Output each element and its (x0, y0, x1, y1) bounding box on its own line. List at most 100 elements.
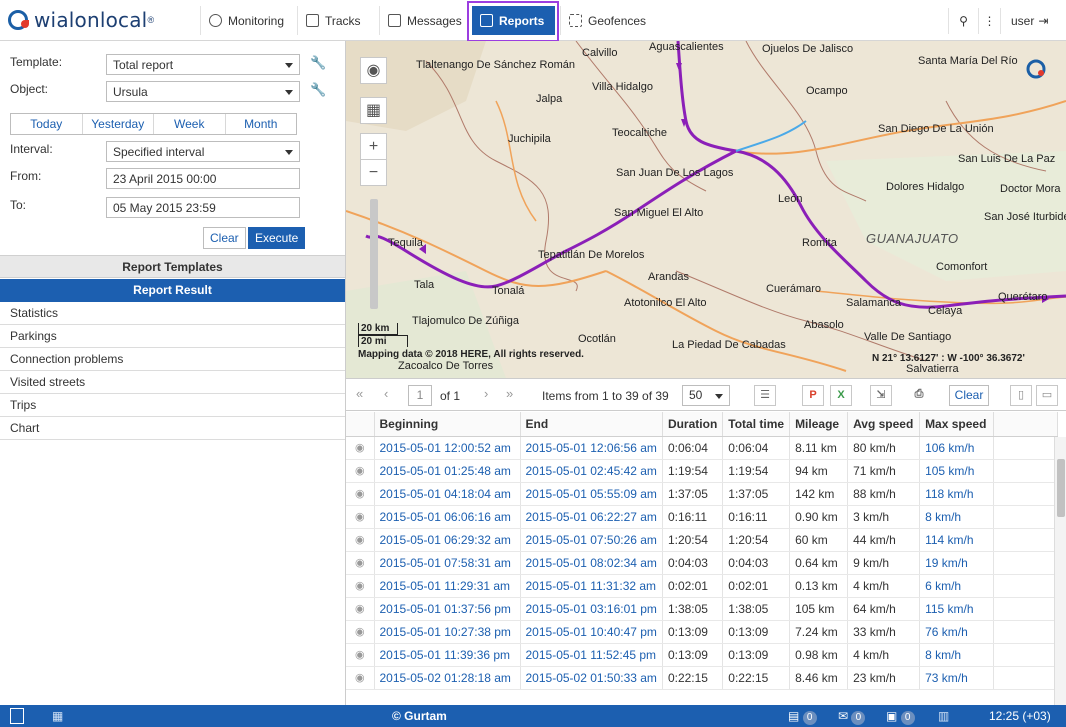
table-cell[interactable]: 6 km/h (919, 574, 995, 598)
nav-geofences[interactable]: Geofences (560, 6, 654, 35)
table-cell[interactable]: 2015-05-01 01:37:56 pm (374, 597, 521, 621)
table-row[interactable]: ◉ 2015-05-01 12:00:52 am 2015-05-01 12:06:… (346, 436, 1059, 460)
panel-toggle-icon[interactable] (10, 708, 24, 724)
col-total-time[interactable]: Total time (722, 412, 791, 437)
table-cell[interactable]: 106 km/h (919, 436, 995, 460)
eye-icon[interactable]: ◉ (346, 528, 375, 552)
eye-icon[interactable]: ◉ (346, 482, 375, 506)
nav-tracks[interactable]: Tracks (297, 6, 369, 35)
export-html-button[interactable]: ☰ (754, 385, 776, 406)
table-cell[interactable]: 2015-05-01 06:22:27 am (520, 505, 663, 529)
result-item-trips[interactable]: Trips (0, 394, 345, 417)
zoom-in-button[interactable]: + (360, 133, 387, 160)
table-row[interactable]: ◉ 2015-05-01 01:37:56 pm 2015-05-01 03:16:… (346, 597, 1059, 621)
col-beginning[interactable]: Beginning (374, 412, 521, 437)
col-end[interactable]: End (520, 412, 663, 437)
clear-button[interactable]: Clear (203, 227, 246, 249)
period-yesterday[interactable]: Yesterday (83, 114, 154, 134)
col-mileage[interactable]: Mileage (789, 412, 849, 437)
table-cell[interactable]: 2015-05-01 11:31:32 am (520, 574, 663, 598)
first-page-icon[interactable]: « (356, 386, 363, 401)
table-cell[interactable]: 118 km/h (919, 482, 995, 506)
events-indicator[interactable]: ▣ 0 (886, 708, 915, 725)
table-cell[interactable]: 2015-05-01 10:27:38 pm (374, 620, 521, 644)
report-templates-header[interactable]: Report Templates (0, 255, 345, 278)
table-cell[interactable]: 2015-05-02 01:28:18 am (374, 666, 521, 690)
interval-select[interactable]: Specified interval (106, 141, 300, 162)
table-row[interactable]: ◉ 2015-05-01 10:27:38 pm 2015-05-01 10:40:… (346, 620, 1059, 644)
map-layers-button[interactable]: ▦ (360, 97, 387, 124)
table-cell[interactable]: 115 km/h (919, 597, 995, 621)
table-cell[interactable]: 2015-05-01 11:39:36 pm (374, 643, 521, 667)
search-button[interactable]: ⚲ (948, 8, 978, 34)
to-input[interactable]: 05 May 2015 23:59 (106, 197, 300, 218)
table-cell[interactable]: 2015-05-01 12:00:52 am (374, 436, 521, 460)
eye-icon[interactable]: ◉ (346, 436, 375, 460)
table-row[interactable]: ◉ 2015-05-01 11:29:31 am 2015-05-01 11:31:… (346, 574, 1059, 598)
table-toggle-button[interactable]: ▭ (1036, 385, 1058, 406)
layout-icon[interactable]: ▥ (938, 708, 949, 724)
export-file-button[interactable]: ⇲ (870, 385, 892, 406)
period-today[interactable]: Today (11, 114, 83, 134)
table-row[interactable]: ◉ 2015-05-01 01:25:48 am 2015-05-01 02:45:… (346, 459, 1059, 483)
export-xls-button[interactable]: X (830, 385, 852, 406)
execute-button[interactable]: Execute (248, 227, 306, 249)
table-cell[interactable]: 19 km/h (919, 551, 995, 575)
eye-icon[interactable]: ◉ (346, 597, 375, 621)
wrench-icon[interactable]: 🔧 (310, 55, 326, 71)
table-cell[interactable]: 2015-05-01 06:06:16 am (374, 505, 521, 529)
table-cell[interactable]: 2015-05-01 11:29:31 am (374, 574, 521, 598)
template-select[interactable]: Total report (106, 54, 300, 75)
clear-report-button[interactable]: Clear (949, 385, 989, 406)
nav-messages[interactable]: Messages (379, 6, 470, 35)
table-cell[interactable]: 2015-05-01 06:29:32 am (374, 528, 521, 552)
col-avg-speed[interactable]: Avg speed (847, 412, 921, 437)
eye-icon[interactable]: ◉ (346, 620, 375, 644)
wrench-icon[interactable]: 🔧 (310, 82, 326, 98)
grid-icon[interactable]: ▦ (52, 708, 63, 724)
table-row[interactable]: ◉ 2015-05-01 11:39:36 pm 2015-05-01 11:52:… (346, 643, 1059, 667)
next-page-icon[interactable]: › (484, 386, 488, 401)
table-cell[interactable]: 2015-05-01 07:50:26 am (520, 528, 663, 552)
col-duration[interactable]: Duration (662, 412, 724, 437)
messages-indicator[interactable]: ✉ 0 (838, 708, 866, 725)
table-scrollbar[interactable] (1054, 437, 1066, 705)
table-cell[interactable]: 2015-05-01 10:40:47 pm (520, 620, 663, 644)
result-item-visited-streets[interactable]: Visited streets (0, 371, 345, 394)
table-cell[interactable]: 8 km/h (919, 643, 995, 667)
object-select[interactable]: Ursula (106, 81, 300, 102)
menu-button[interactable]: ⋮ (978, 8, 1000, 34)
map-toggle-button[interactable]: ▯ (1010, 385, 1032, 406)
zoom-slider[interactable] (370, 199, 378, 309)
per-page-select[interactable]: 50 (682, 385, 730, 406)
result-item-parkings[interactable]: Parkings (0, 325, 345, 348)
period-week[interactable]: Week (154, 114, 226, 134)
table-cell[interactable]: 2015-05-01 02:45:42 am (520, 459, 663, 483)
table-row[interactable]: ◉ 2015-05-01 07:58:31 am 2015-05-01 08:02:… (346, 551, 1059, 575)
col-max-speed[interactable]: Max speed (919, 412, 995, 437)
eye-icon[interactable]: ◉ (346, 643, 375, 667)
table-cell[interactable]: 2015-05-01 08:02:34 am (520, 551, 663, 575)
table-cell[interactable]: 2015-05-01 01:25:48 am (374, 459, 521, 483)
table-cell[interactable]: 105 km/h (919, 459, 995, 483)
eye-icon[interactable]: ◉ (346, 666, 375, 690)
from-input[interactable]: 23 April 2015 00:00 (106, 168, 300, 189)
export-pdf-button[interactable]: P (802, 385, 824, 406)
prev-page-icon[interactable]: ‹ (384, 386, 388, 401)
table-cell[interactable]: 8 km/h (919, 505, 995, 529)
nav-monitoring[interactable]: Monitoring (200, 6, 292, 35)
table-row[interactable]: ◉ 2015-05-02 01:28:18 am 2015-05-02 01:50:… (346, 666, 1059, 690)
table-cell[interactable]: 76 km/h (919, 620, 995, 644)
print-button[interactable]: ⎙ (908, 385, 930, 406)
table-cell[interactable]: 114 km/h (919, 528, 995, 552)
eye-icon[interactable]: ◉ (346, 574, 375, 598)
table-row[interactable]: ◉ 2015-05-01 06:06:16 am 2015-05-01 06:22:… (346, 505, 1059, 529)
table-cell[interactable]: 73 km/h (919, 666, 995, 690)
notifications-indicator[interactable]: ▤ 0 (788, 708, 817, 725)
period-month[interactable]: Month (226, 114, 297, 134)
table-row[interactable]: ◉ 2015-05-01 06:29:32 am 2015-05-01 07:50:… (346, 528, 1059, 552)
eye-icon[interactable]: ◉ (346, 459, 375, 483)
eye-icon[interactable]: ◉ (346, 551, 375, 575)
last-page-icon[interactable]: » (506, 386, 513, 401)
table-cell[interactable]: 2015-05-01 12:06:56 am (520, 436, 663, 460)
